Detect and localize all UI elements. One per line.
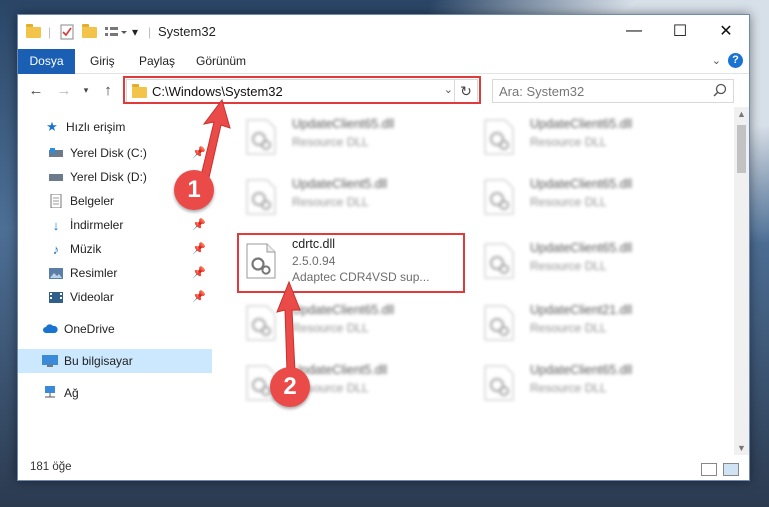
step-1-badge: 1 <box>174 170 214 210</box>
annotation-arrows <box>199 98 301 373</box>
step-2-badge: 2 <box>270 367 310 407</box>
